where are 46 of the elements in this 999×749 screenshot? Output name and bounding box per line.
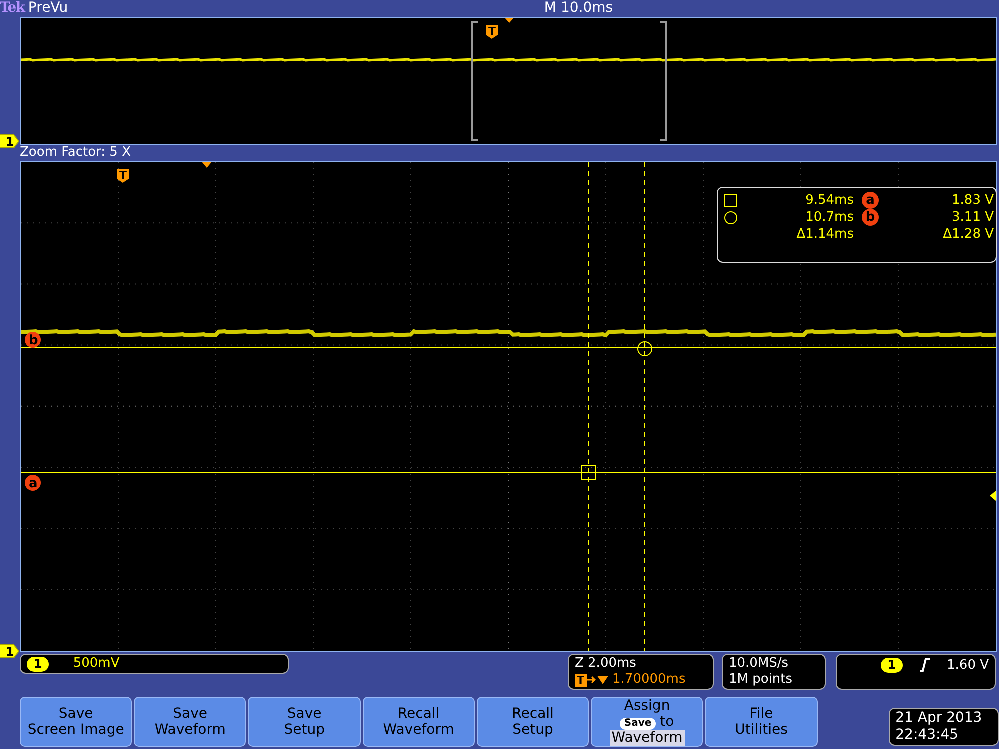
cursor-time: Δ1.14ms (796, 226, 854, 244)
square-cursor-icon (582, 466, 596, 480)
trigger-marker: T (486, 25, 498, 39)
channel-badge: 1 (27, 656, 50, 672)
menu-button[interactable]: Recall Waveform (362, 697, 475, 747)
channel-badge: 1 (880, 658, 904, 673)
circle-cursor-icon (724, 210, 738, 224)
menu-button[interactable]: Save Screen Image (20, 697, 132, 747)
brand-logo: Tek (0, 0, 24, 17)
trigger-position-icon (505, 18, 514, 23)
arrow-icon (586, 674, 609, 686)
time-label: 22:43:45 (896, 727, 960, 744)
trigger-level-icon (990, 491, 996, 501)
trigger-position: 1.70000ms (612, 672, 686, 688)
timebase-readout: M 10.0ms (544, 0, 614, 17)
menu-button[interactable]: File Utilities (705, 697, 818, 747)
screen-title: PreVu (27, 0, 70, 17)
trigger-marker: T (117, 169, 129, 183)
channel-scale: 500mV (73, 656, 120, 672)
cursor-value: 1.83 V (951, 192, 994, 210)
trigger-level: 1.60 V (947, 658, 989, 674)
source-label: a (862, 192, 879, 209)
zoom-factor-label: Zoom Factor: 5 X (20, 145, 132, 161)
date-label: 21 Apr 2013 (896, 710, 984, 727)
menu-button[interactable]: Save Setup (248, 697, 361, 747)
cursor-label: b (25, 332, 41, 348)
circle-cursor-icon (638, 342, 652, 356)
menu-button[interactable]: Save Waveform (134, 697, 246, 747)
channel-marker: 1 (0, 134, 20, 149)
cursor-label: a (25, 475, 41, 492)
record-length: 1M points (729, 672, 794, 688)
cursor-value: Δ1.28 V (942, 226, 994, 244)
cursor-time: 9.54ms (804, 192, 854, 210)
square-cursor-icon (724, 194, 738, 208)
source-label: b (862, 208, 879, 226)
menu-button[interactable]: Assign Save to Waveform (591, 697, 704, 747)
rising-edge-icon (919, 658, 932, 672)
trigger-position-icon (202, 162, 212, 168)
cursor-value: 3.11 V (951, 208, 994, 227)
zoom-scale: Z 2.00ms (575, 656, 638, 672)
sample-rate: 10.0MS/s (729, 656, 790, 672)
cursor-time: 10.7ms (804, 208, 854, 227)
trigger-icon: T (575, 674, 587, 686)
save-key-label: Save (620, 718, 656, 730)
menu-button[interactable]: Recall Setup (476, 697, 590, 747)
channel-marker: 1 (0, 644, 20, 659)
